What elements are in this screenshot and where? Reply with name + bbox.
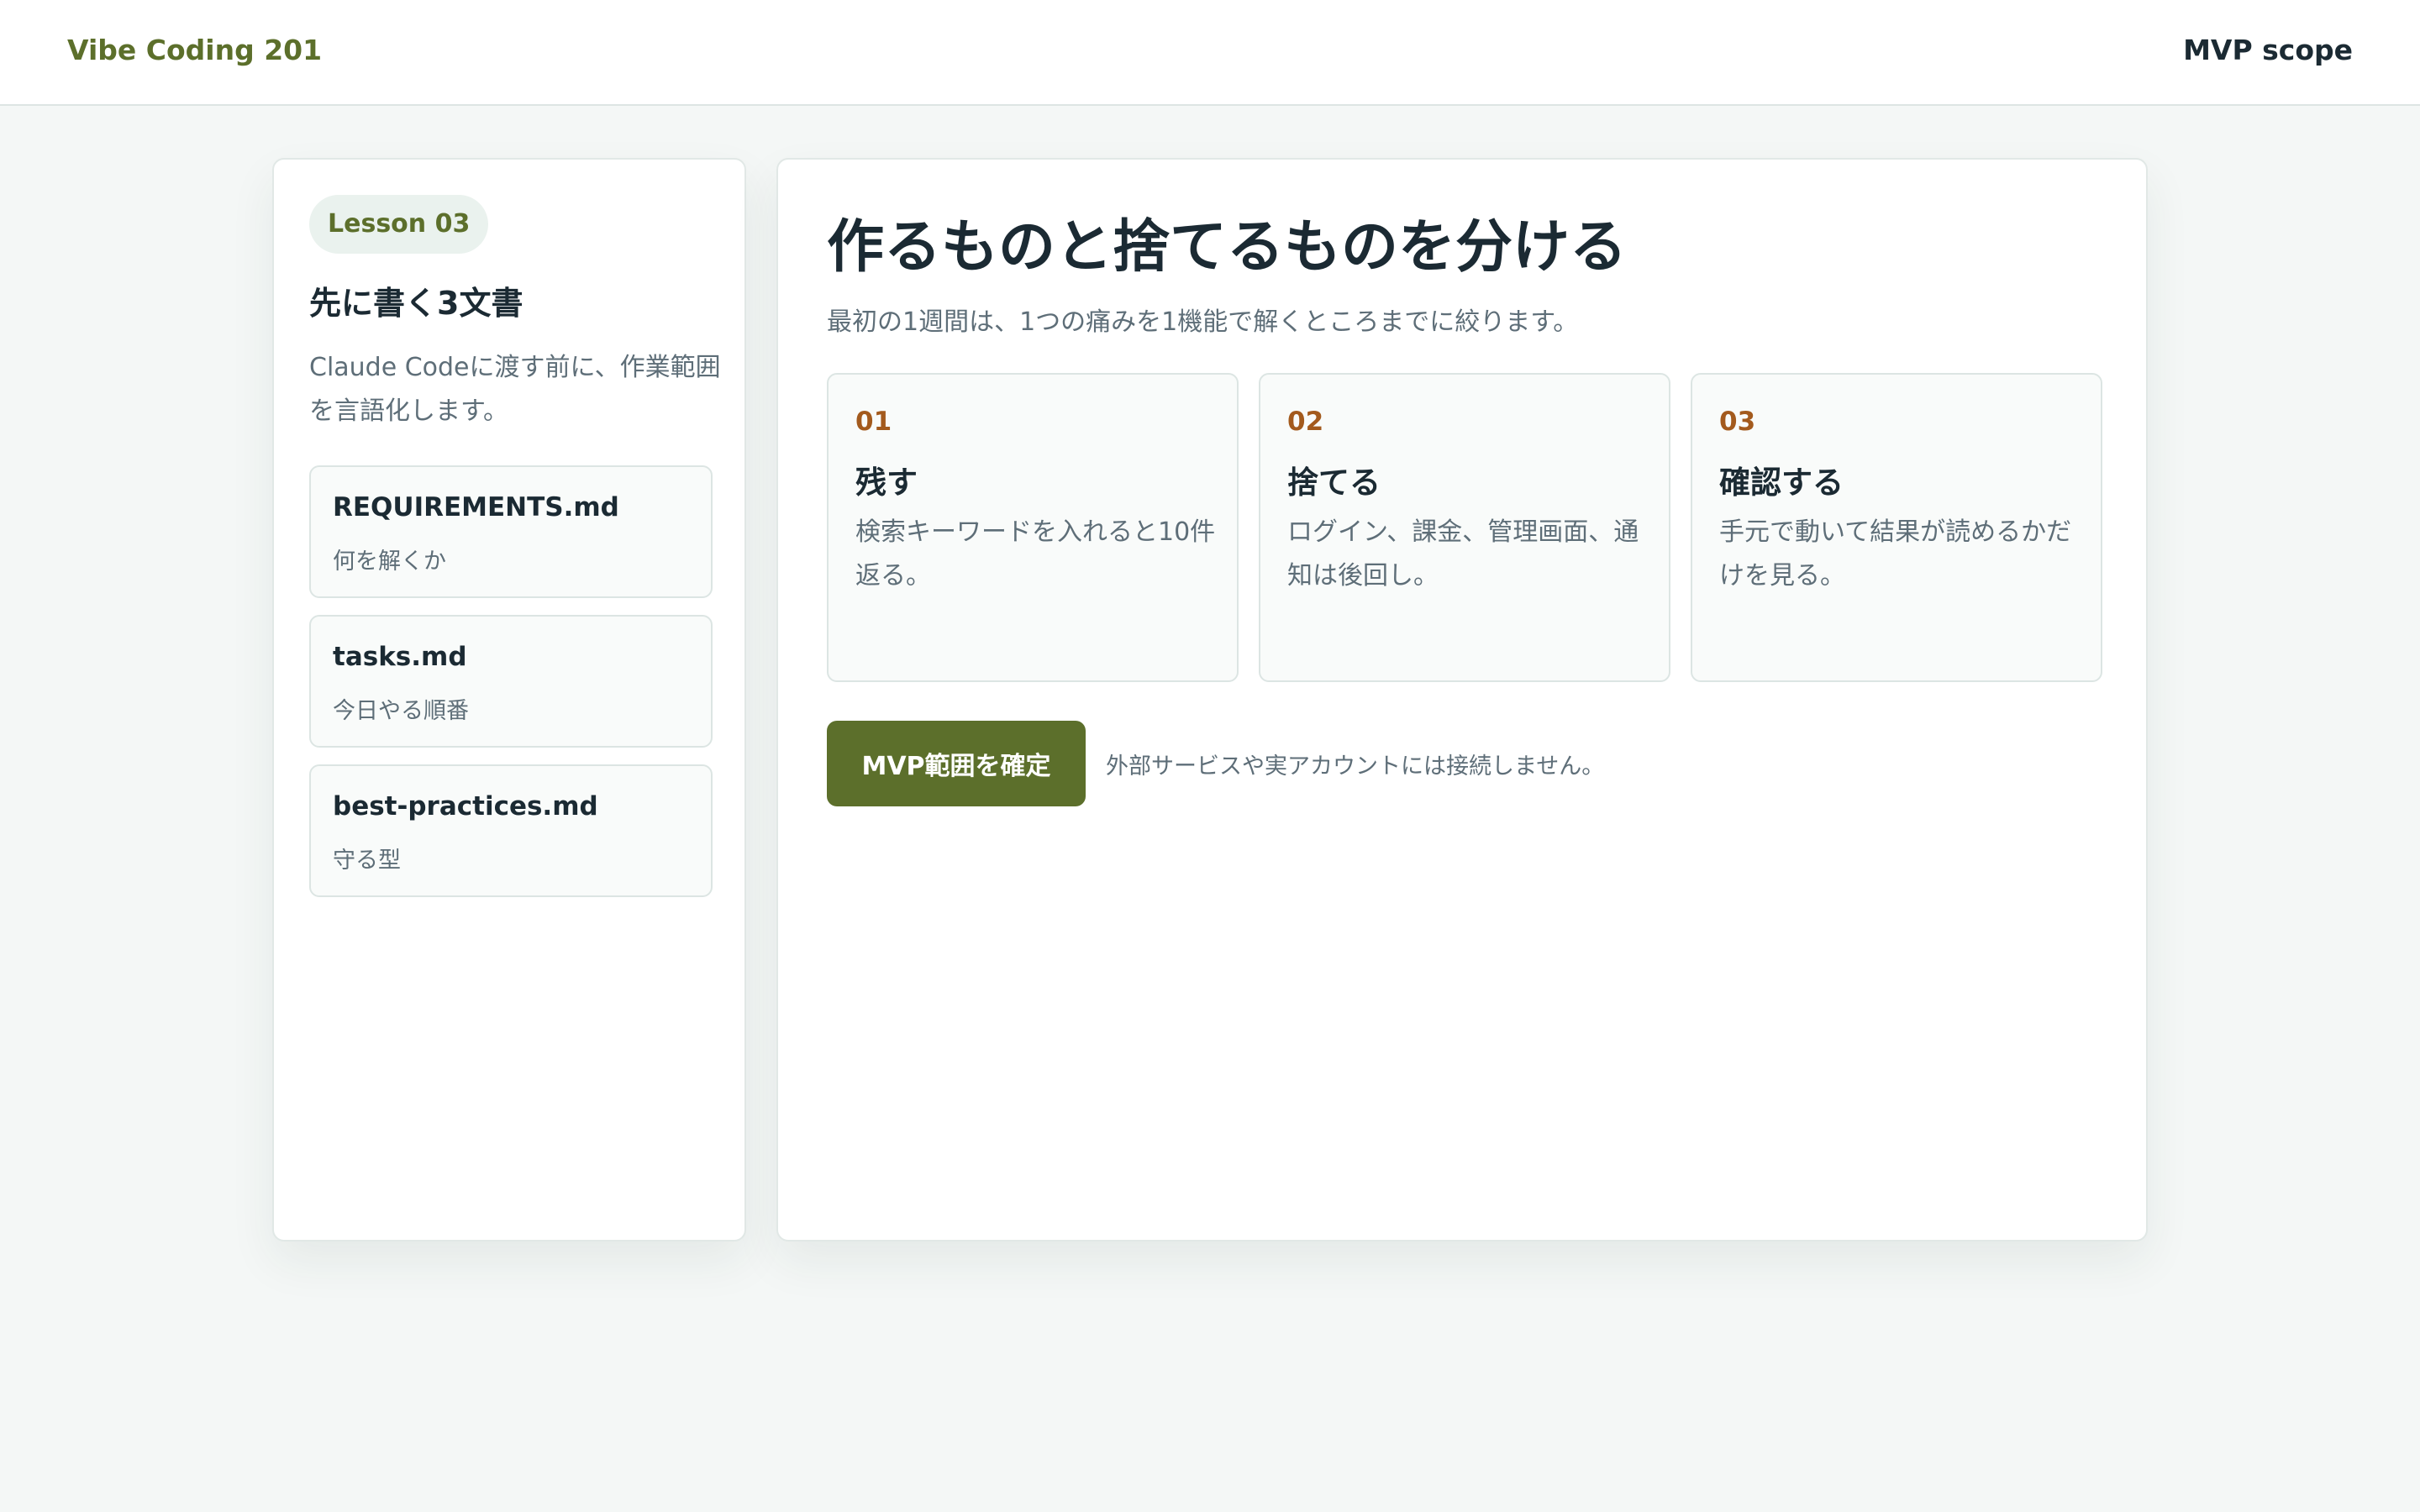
doc-description: 守る型 bbox=[333, 848, 401, 874]
step-card-discard: 02 捨てる ログイン、課金、管理画面、通知は後回し。 bbox=[1259, 373, 1670, 682]
step-card-keep: 01 残す 検索キーワードを入れると10件返る。 bbox=[827, 373, 1239, 682]
doc-description: 何を解くか bbox=[333, 549, 446, 575]
step-number: 01 bbox=[855, 407, 892, 437]
step-card-verify: 03 確認する 手元で動いて結果が読めるかだけを見る。 bbox=[1691, 373, 2102, 682]
button-note: 外部サービスや実アカウントには接続しません。 bbox=[1106, 753, 1605, 780]
lesson-badge: Lesson 03 bbox=[309, 195, 489, 254]
step-title: 確認する bbox=[1719, 465, 1844, 501]
page-subtitle: 最初の1週間は、1つの痛みを1機能で解くところまでに絞ります。 bbox=[827, 307, 1579, 337]
step-number: 02 bbox=[1287, 407, 1324, 437]
doc-description: 今日やる順番 bbox=[333, 698, 469, 724]
step-description: 手元で動いて結果が読めるかだけを見る。 bbox=[1719, 517, 2072, 591]
sidebar-description: Claude Codeに渡す前に、作業範囲を言語化します。 bbox=[309, 353, 721, 426]
doc-item-best-practices[interactable]: best-practices.md 守る型 bbox=[309, 764, 713, 897]
confirm-mvp-scope-button[interactable]: MVP範囲を確定 bbox=[827, 721, 1086, 806]
lesson-sidebar: Lesson 03 先に書く3文書 Claude Codeに渡す前に、作業範囲を… bbox=[272, 158, 746, 1242]
top-bar: Vibe Coding 201 MVP scope bbox=[0, 0, 2420, 106]
step-description: 検索キーワードを入れると10件返る。 bbox=[855, 517, 1216, 591]
step-title: 捨てる bbox=[1287, 465, 1381, 501]
main-panel: 作るものと捨てるものを分ける 最初の1週間は、1つの痛みを1機能で解くところまで… bbox=[776, 158, 2148, 1242]
page-title: 作るものと捨てるものを分ける bbox=[827, 214, 1628, 281]
step-number: 03 bbox=[1719, 407, 1756, 437]
doc-item-requirements[interactable]: REQUIREMENTS.md 何を解くか bbox=[309, 465, 713, 598]
step-title: 残す bbox=[855, 465, 918, 501]
doc-name: tasks.md bbox=[333, 642, 467, 672]
doc-item-tasks[interactable]: tasks.md 今日やる順番 bbox=[309, 615, 713, 748]
doc-name: best-practices.md bbox=[333, 791, 598, 822]
doc-name: REQUIREMENTS.md bbox=[333, 492, 619, 522]
step-description: ログイン、課金、管理画面、通知は後回し。 bbox=[1287, 517, 1639, 591]
brand-title[interactable]: Vibe Coding 201 bbox=[67, 34, 322, 66]
sidebar-title: 先に書く3文書 bbox=[309, 285, 523, 322]
page-scope-label: MVP scope bbox=[2183, 34, 2353, 66]
